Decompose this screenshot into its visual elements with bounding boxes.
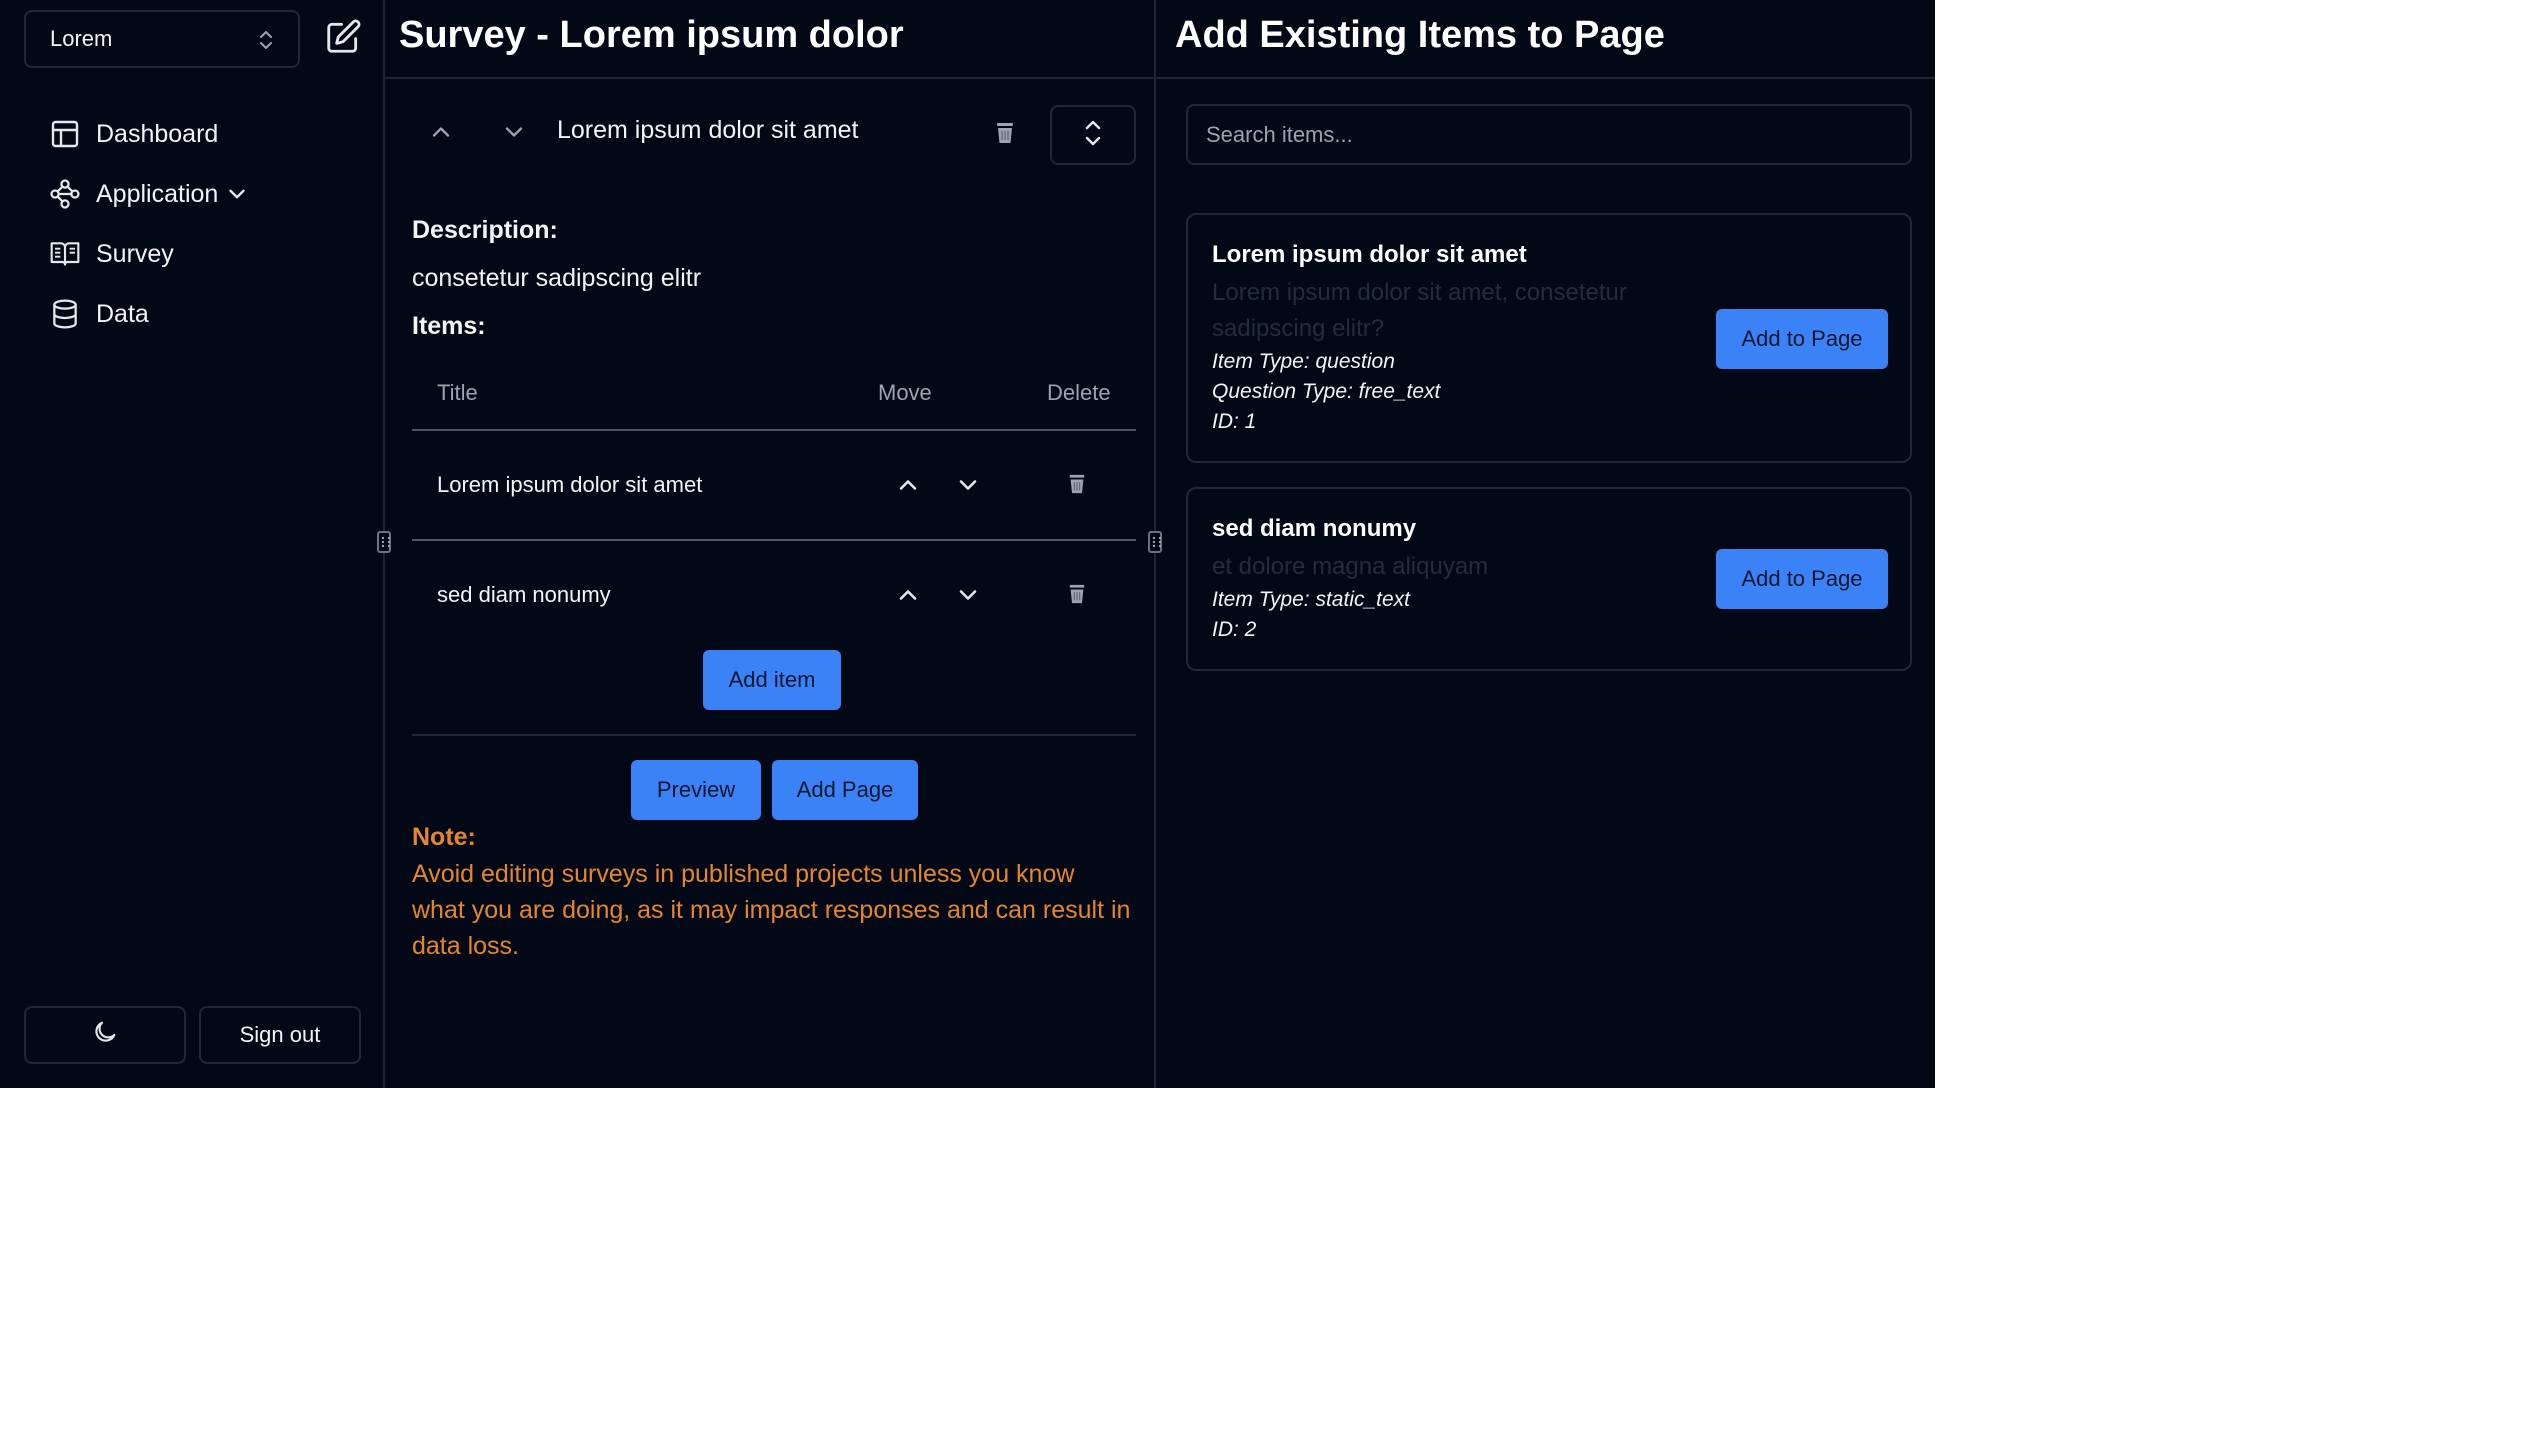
trash-icon bbox=[1067, 473, 1087, 500]
trash-icon bbox=[994, 121, 1016, 150]
sidebar-item-data[interactable]: Data bbox=[48, 292, 149, 336]
column-header-title: Title bbox=[437, 380, 478, 405]
item-move-down-button[interactable] bbox=[951, 580, 985, 614]
chevron-up-icon bbox=[427, 118, 455, 151]
item-delete-button[interactable] bbox=[1063, 472, 1091, 500]
dashboard-icon bbox=[48, 117, 82, 151]
sidebar-item-dashboard[interactable]: Dashboard bbox=[48, 112, 218, 156]
chevron-up-icon bbox=[894, 471, 922, 504]
moon-icon bbox=[91, 1018, 119, 1052]
page-move-down-button[interactable] bbox=[497, 117, 531, 151]
item-move-up-button[interactable] bbox=[891, 470, 925, 504]
table-header-divider bbox=[412, 429, 1136, 431]
page-title: Survey - Lorem ipsum dolor bbox=[399, 14, 904, 56]
card-question-type: Question Type: free_text bbox=[1212, 380, 1441, 403]
column-header-delete: Delete bbox=[1047, 380, 1111, 405]
preview-button[interactable]: Preview bbox=[631, 760, 761, 820]
sidebar-item-label: Dashboard bbox=[96, 119, 219, 148]
card-title: sed diam nonumy bbox=[1212, 515, 1417, 542]
workflow-icon bbox=[48, 177, 82, 211]
existing-items-title: Add Existing Items to Page bbox=[1175, 14, 1665, 56]
chevrons-up-down-icon bbox=[258, 28, 274, 58]
card-description: et dolore magna aliquyam bbox=[1212, 553, 1489, 580]
project-select-value: Lorem bbox=[50, 26, 113, 51]
table-row-title: sed diam nonumy bbox=[437, 582, 611, 607]
chevron-down-icon bbox=[500, 118, 528, 151]
project-select[interactable]: Lorem bbox=[24, 10, 300, 68]
sidebar-item-survey[interactable]: Survey bbox=[48, 232, 174, 276]
edit-icon bbox=[324, 19, 362, 60]
search-input[interactable] bbox=[1186, 104, 1912, 165]
chevron-down-icon[interactable] bbox=[224, 181, 250, 207]
chevron-up-icon bbox=[894, 581, 922, 614]
add-page-button[interactable]: Add Page bbox=[772, 760, 918, 820]
section-divider bbox=[412, 734, 1136, 736]
trash-icon bbox=[1067, 583, 1087, 610]
add-to-page-button[interactable]: Add to Page bbox=[1716, 309, 1888, 369]
theme-toggle-button[interactable] bbox=[24, 1006, 186, 1064]
note-label: Note: bbox=[412, 823, 476, 851]
item-move-down-button[interactable] bbox=[951, 470, 985, 504]
sign-out-button[interactable]: Sign out bbox=[199, 1006, 361, 1064]
card-item-type: Item Type: question bbox=[1212, 350, 1395, 373]
item-move-up-button[interactable] bbox=[891, 580, 925, 614]
edit-project-button[interactable] bbox=[324, 18, 364, 58]
sidebar-item-label: Survey bbox=[96, 239, 174, 268]
existing-item-card: Lorem ipsum dolor sit amet Lorem ipsum d… bbox=[1186, 213, 1912, 463]
database-icon bbox=[48, 297, 82, 331]
chevrons-up-down-icon bbox=[1081, 116, 1105, 155]
card-item-type: Item Type: static_text bbox=[1212, 588, 1411, 611]
add-to-page-button[interactable]: Add to Page bbox=[1716, 549, 1888, 609]
card-title: Lorem ipsum dolor sit amet bbox=[1212, 241, 1527, 268]
sidebar-item-application[interactable]: Application bbox=[48, 172, 250, 216]
survey-page-title: Lorem ipsum dolor sit amet bbox=[557, 116, 859, 144]
table-row-divider bbox=[412, 539, 1136, 541]
description-text: consetetur sadipscing elitr bbox=[412, 264, 702, 292]
card-id: ID: 1 bbox=[1212, 410, 1257, 433]
page-move-up-button[interactable] bbox=[424, 117, 458, 151]
items-label: Items: bbox=[412, 312, 486, 340]
header-divider bbox=[384, 77, 1935, 79]
existing-item-card: sed diam nonumy et dolore magna aliquyam… bbox=[1186, 487, 1912, 671]
table-row-title: Lorem ipsum dolor sit amet bbox=[437, 472, 703, 497]
note-text: Avoid editing surveys in published proje… bbox=[412, 860, 1131, 960]
description-label: Description: bbox=[412, 216, 558, 244]
chevron-down-icon bbox=[954, 471, 982, 504]
card-id: ID: 2 bbox=[1212, 618, 1257, 641]
sign-out-label: Sign out bbox=[239, 1022, 321, 1047]
card-description: Lorem ipsum dolor sit amet, consetetur s… bbox=[1212, 279, 1627, 342]
add-item-button[interactable]: Add item bbox=[703, 650, 841, 710]
app-window: Lorem Dashboard Application Survey Data … bbox=[0, 0, 1935, 1088]
chevron-down-icon bbox=[954, 581, 982, 614]
sidebar-item-label: Data bbox=[96, 299, 149, 328]
panel-resize-handle[interactable] bbox=[1148, 531, 1162, 553]
collapse-toggle-button[interactable] bbox=[1050, 105, 1136, 165]
book-open-icon bbox=[48, 237, 82, 271]
sidebar-item-label: Application bbox=[96, 179, 219, 208]
sidebar-resize-handle[interactable] bbox=[377, 531, 391, 553]
delete-page-button[interactable] bbox=[990, 120, 1020, 150]
column-header-move: Move bbox=[878, 380, 932, 405]
item-delete-button[interactable] bbox=[1063, 582, 1091, 610]
